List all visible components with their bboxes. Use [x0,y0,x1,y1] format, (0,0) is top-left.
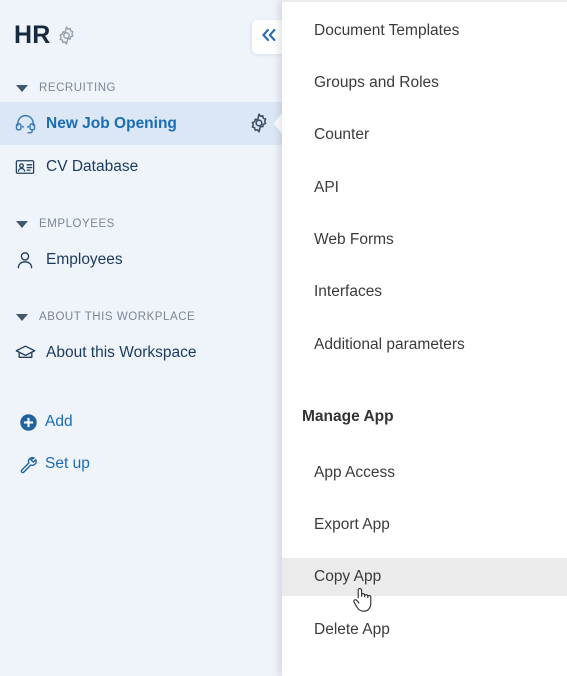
graduation-cap-icon [13,341,37,365]
sidebar-section-about-this-workplace[interactable]: ABOUT THIS WORKPLACE [0,303,283,331]
menu-item-additional-parameters[interactable]: Additional parameters [282,326,567,364]
sidebar-item-employees[interactable]: Employees [0,238,283,281]
caret-down-icon [16,84,28,92]
menu-item-label: Groups and Roles [314,74,439,91]
menu-group-manage-app: Manage App [282,404,567,430]
sidebar-item-label: New Job Opening [46,114,177,132]
sidebar-item-label: About this Workspace [46,343,197,361]
app-settings-menu: Document Templates Groups and Roles Coun… [282,0,567,676]
menu-top-divider [282,0,567,2]
menu-item-copy-app[interactable]: Copy App [282,558,567,596]
set-up-label: Set up [45,455,90,472]
menu-item-counter[interactable]: Counter [282,116,567,154]
sidebar-item-cv-database[interactable]: CV Database [0,145,283,188]
sidebar-section-recruiting[interactable]: RECRUITING [0,74,283,102]
add-label: Add [45,413,73,430]
gear-icon[interactable] [56,25,77,46]
person-icon [13,248,37,272]
plus-circle-icon [17,411,39,433]
menu-item-label: API [314,179,339,196]
sidebar-item-new-job-opening[interactable]: New Job Opening [0,102,284,145]
menu-item-label: Copy App [314,568,382,585]
sidebar-section-label: RECRUITING [39,82,117,94]
menu-item-groups-and-roles[interactable]: Groups and Roles [282,64,567,102]
caret-down-icon [16,220,28,228]
sidebar-section-employees[interactable]: EMPLOYEES [0,210,283,238]
menu-item-label: Interfaces [314,283,383,300]
menu-item-export-app[interactable]: Export App [282,506,567,544]
sidebar-item-label: Employees [46,250,123,268]
item-settings-gear-icon[interactable] [248,112,270,134]
sidebar: HR RECRUITING New Job Opening CV Databas… [0,0,285,676]
sidebar-item-about-this-workspace[interactable]: About this Workspace [0,331,283,374]
menu-item-label: Document Templates [314,22,460,39]
menu-item-label: Delete App [314,621,390,638]
sidebar-item-label: CV Database [46,157,139,175]
menu-item-document-templates[interactable]: Document Templates [282,12,567,50]
sidebar-section-label: ABOUT THIS WORKPLACE [39,311,196,323]
menu-item-app-access[interactable]: App Access [282,454,567,492]
collapse-sidebar-button[interactable] [252,20,285,54]
sidebar-section-label: EMPLOYEES [39,218,115,230]
screen: HR RECRUITING New Job Opening CV Databas… [0,0,567,676]
menu-item-label: App Access [314,464,395,481]
menu-item-api[interactable]: API [282,169,567,207]
add-button[interactable]: Add [0,406,283,438]
caret-down-icon [16,313,28,321]
menu-item-delete-app[interactable]: Delete App [282,611,567,649]
set-up-button[interactable]: Set up [0,448,283,480]
double-chevron-left-icon [260,27,278,48]
page-title: HR [14,21,51,49]
menu-item-label: Counter [314,126,370,143]
menu-item-web-forms[interactable]: Web Forms [282,221,567,259]
headset-icon [13,112,37,136]
id-card-icon [13,155,37,179]
menu-group-label: Manage App [302,408,394,425]
menu-item-interfaces[interactable]: Interfaces [282,273,567,311]
menu-item-label: Export App [314,516,390,533]
sidebar-header: HR [0,0,285,74]
wrench-icon [17,453,39,475]
menu-item-label: Web Forms [314,231,394,248]
menu-item-label: Additional parameters [314,336,465,353]
